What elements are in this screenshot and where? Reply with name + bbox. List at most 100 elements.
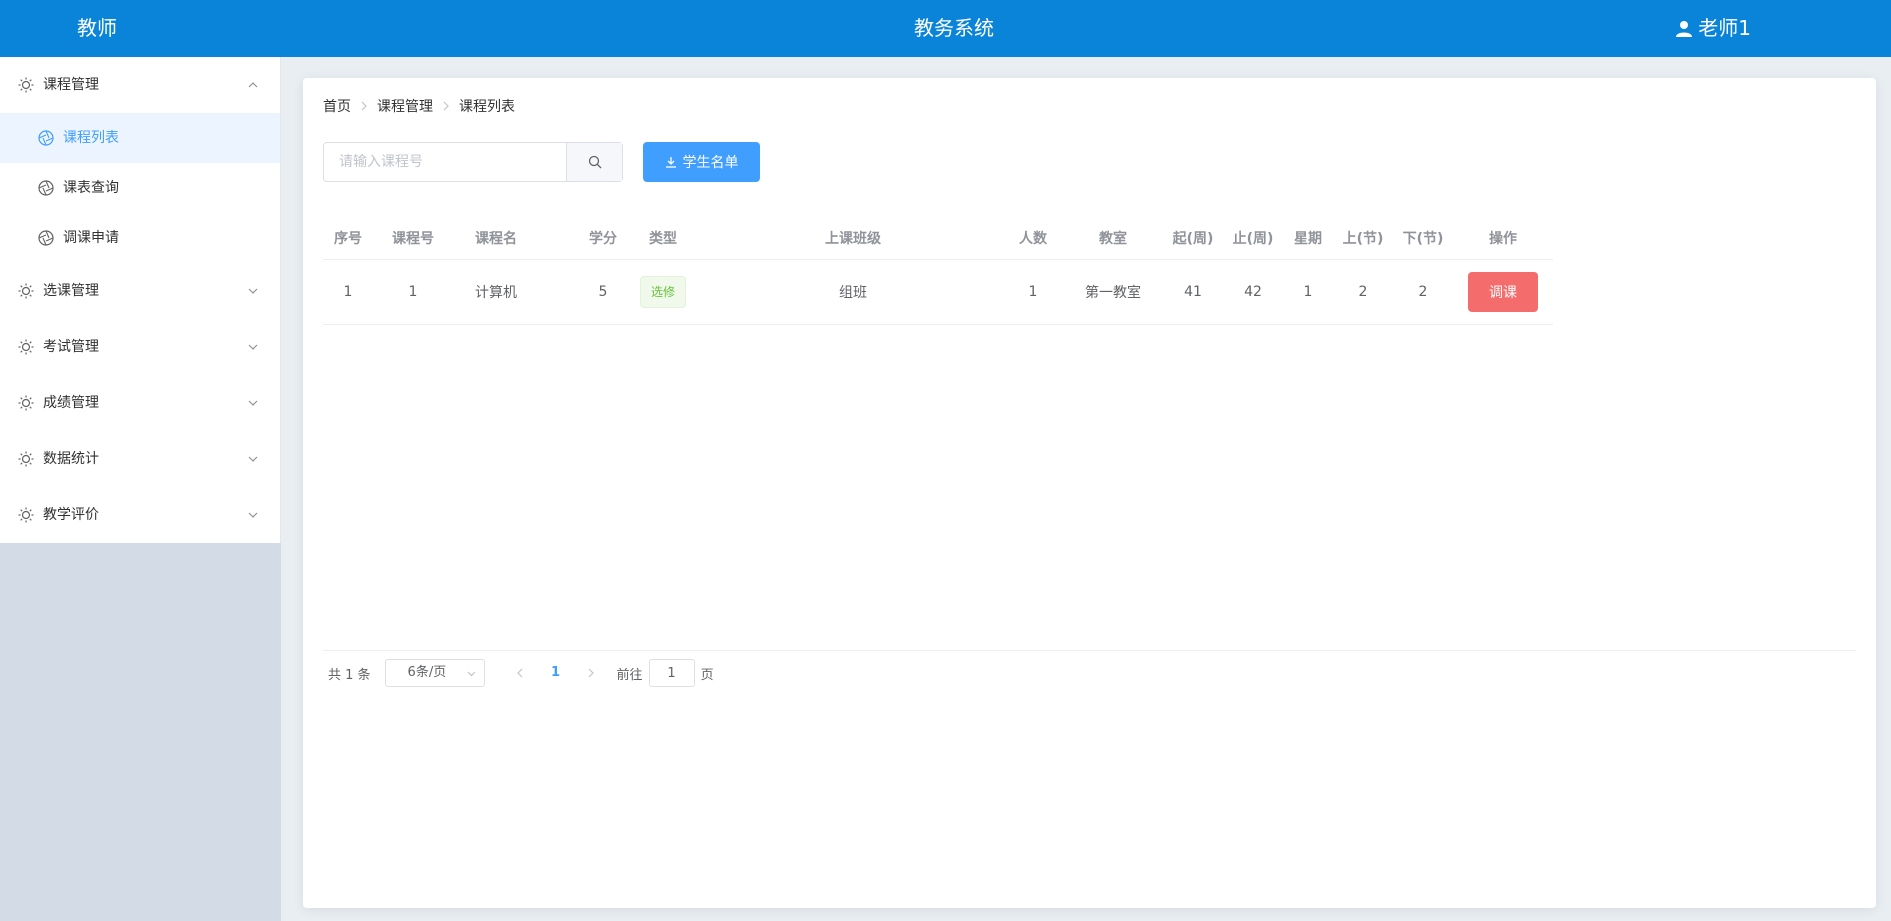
sidebar: 课程管理 课程列表 课表查询 调课申请 选课管理 考试管理 成绩管理 数据统计 … [0,57,281,921]
cell-course-name: 计算机 [475,285,517,301]
user-name: 老师1 [1698,16,1751,40]
sidebar-item-label: 课程列表 [63,130,119,146]
course-search-box [323,142,623,182]
sun-icon [18,339,34,355]
goto-label: 前往 [616,667,643,683]
user-menu[interactable]: 老师1 [1676,0,1751,57]
col-credit: 学分 [589,230,617,247]
menu-group-grade-management[interactable]: 成绩管理 [0,375,280,431]
student-list-button[interactable]: 学生名单 [643,142,760,182]
chevron-down-icon [248,344,258,350]
col-index: 序号 [334,230,362,247]
cell-weekday: 1 [1303,284,1313,300]
prev-page-button[interactable] [507,659,535,687]
table-row: 1 1 计算机 5 选修 组班 1 第一教室 41 42 1 2 2 调课 [323,260,1553,325]
breadcrumb: 首页 课程管理 课程列表 [323,96,515,116]
page-size-select[interactable]: 6条/页 [384,659,485,687]
sun-icon [18,451,34,467]
pagination-divider [323,650,1856,651]
col-end-week: 止(周) [1232,230,1274,247]
sidebar-item-course-list[interactable]: 课程列表 [0,113,280,163]
cell-credit: 5 [598,284,608,300]
chevron-down-icon [248,400,258,406]
menu-group-label: 选课管理 [43,283,99,299]
cell-end-section: 2 [1418,284,1428,300]
chevron-down-icon [248,456,258,462]
submenu-course-management: 课程列表 课表查询 调课申请 [0,113,280,263]
breadcrumb-home[interactable]: 首页 [323,96,351,116]
next-page-button[interactable] [577,659,605,687]
search-icon [588,155,601,169]
menu-group-course-management[interactable]: 课程管理 [0,57,280,113]
aperture-icon [38,230,54,246]
sidebar-menu: 课程管理 课程列表 课表查询 调课申请 选课管理 考试管理 成绩管理 数据统计 … [0,57,281,543]
cell-start-section: 2 [1358,284,1368,300]
page-unit-label: 页 [700,667,714,683]
sidebar-item-timetable-query[interactable]: 课表查询 [0,163,280,213]
col-start-section: 上(节) [1342,230,1384,247]
sun-icon [18,283,34,299]
cell-end-week: 42 [1244,284,1262,300]
type-tag: 选修 [639,276,686,308]
sidebar-item-label: 调课申请 [63,230,119,246]
main-card: 首页 课程管理 课程列表 学生名单 序号 课程号 课程名 学分 类型 上课班级 … [303,78,1876,908]
breadcrumb-course-list: 课程列表 [459,99,515,115]
cell-room: 第一教室 [1085,285,1141,301]
cell-count: 1 [1028,284,1038,300]
page-number-current[interactable]: 1 [535,659,577,687]
col-type: 类型 [649,230,677,247]
col-course-code: 课程号 [392,230,434,247]
menu-group-label: 教学评价 [43,507,99,523]
reschedule-button[interactable]: 调课 [1468,272,1538,312]
course-table: 序号 课程号 课程名 学分 类型 上课班级 人数 教室 起(周) 止(周) 星期… [323,216,1553,325]
sun-icon [18,77,34,93]
menu-group-label: 成绩管理 [43,395,99,411]
sun-icon [18,507,34,523]
aperture-icon [38,180,54,196]
menu-group-data-statistics[interactable]: 数据统计 [0,431,280,487]
col-room: 教室 [1099,230,1127,247]
col-course-name: 课程名 [475,230,517,247]
chevron-down-icon [467,671,475,677]
sidebar-item-label: 课表查询 [63,180,119,196]
student-list-label: 学生名单 [682,155,739,171]
chevron-right-icon [361,101,367,111]
chevron-right-icon [443,101,449,111]
col-start-week: 起(周) [1172,230,1214,247]
chevron-down-icon [248,288,258,294]
aperture-icon [38,130,54,146]
cell-class: 组班 [839,285,867,301]
menu-group-teaching-evaluation[interactable]: 教学评价 [0,487,280,543]
col-action: 操作 [1489,230,1517,247]
chevron-down-icon [248,512,258,518]
sidebar-item-reschedule-request[interactable]: 调课申请 [0,213,280,263]
table-header: 序号 课程号 课程名 学分 类型 上课班级 人数 教室 起(周) 止(周) 星期… [323,216,1553,260]
menu-group-label: 考试管理 [43,339,99,355]
menu-group-label: 课程管理 [43,77,99,93]
goto-page-input[interactable] [648,659,695,687]
menu-group-course-selection[interactable]: 选课管理 [0,263,280,319]
col-class: 上课班级 [825,230,881,247]
page-size-value: 6条/页 [407,665,447,680]
menu-group-exam-management[interactable]: 考试管理 [0,319,280,375]
chevron-up-icon [248,82,258,88]
cell-type: 选修 [623,260,703,324]
chevron-left-icon [517,668,523,678]
breadcrumb-course-management[interactable]: 课程管理 [377,96,433,116]
pagination-total: 共 1 条 [328,667,371,683]
cell-index: 1 [343,284,353,300]
user-icon [1676,21,1693,37]
col-weekday: 星期 [1294,230,1322,247]
col-count: 人数 [1019,230,1047,247]
chevron-right-icon [588,668,594,678]
cell-action: 调课 [1453,260,1553,324]
cell-course-code: 1 [408,284,418,300]
pagination: 共 1 条 6条/页 1 前往 页 [328,653,714,693]
search-button[interactable] [566,143,622,181]
sun-icon [18,395,34,411]
goto-page: 前往 页 [617,659,714,687]
course-code-input[interactable] [324,143,564,181]
menu-group-label: 数据统计 [43,451,99,467]
system-title: 教务系统 [914,16,994,40]
col-end-section: 下(节) [1402,230,1444,247]
